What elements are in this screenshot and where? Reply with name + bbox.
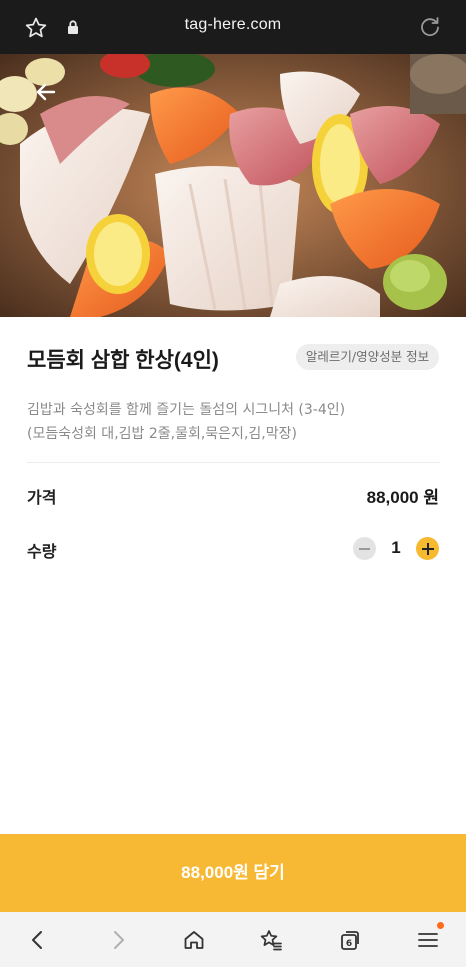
bookmarks-icon[interactable] xyxy=(259,928,283,952)
forward-icon[interactable] xyxy=(106,928,130,952)
url-text[interactable]: tag-here.com xyxy=(0,16,466,34)
home-icon[interactable] xyxy=(182,928,206,952)
browser-bottom-nav: 6 xyxy=(0,912,466,967)
decrease-quantity-button[interactable] xyxy=(353,537,376,560)
sashimi-platter-image xyxy=(0,54,466,317)
menu-icon[interactable] xyxy=(416,928,440,952)
quantity-value: 1 xyxy=(391,538,401,557)
product-image xyxy=(0,54,466,317)
divider xyxy=(27,462,440,463)
back-icon[interactable] xyxy=(26,928,50,952)
description-line-1: 김밥과 숙성회를 함께 즐기는 돌섬의 시그니처 (3-4인) xyxy=(27,402,346,418)
reload-icon[interactable] xyxy=(418,15,442,39)
add-to-cart-button[interactable]: 88,000원 담기 xyxy=(0,834,466,912)
price-value: 88,000 원 xyxy=(366,488,439,507)
quantity-label: 수량 xyxy=(27,544,57,561)
allergy-info-button[interactable]: 알레르기/영양성분 정보 xyxy=(296,344,439,370)
tabs-icon[interactable]: 6 xyxy=(338,928,362,952)
product-title: 모듬회 삼합 한상(4인) xyxy=(27,349,219,372)
browser-address-bar: tag-here.com xyxy=(0,0,466,54)
tabs-count: 6 xyxy=(346,939,352,949)
back-arrow-icon[interactable] xyxy=(34,80,58,104)
description-line-2: (모듬숙성회 대,김밥 2줄,물회,묵은지,김,막장) xyxy=(27,426,297,442)
notification-dot xyxy=(437,922,444,929)
product-description: 김밥과 숙성회를 함께 즐기는 돌섬의 시그니처 (3-4인) (모듬숙성회 대… xyxy=(27,398,447,446)
price-label: 가격 xyxy=(27,490,57,507)
increase-quantity-button[interactable] xyxy=(416,537,439,560)
